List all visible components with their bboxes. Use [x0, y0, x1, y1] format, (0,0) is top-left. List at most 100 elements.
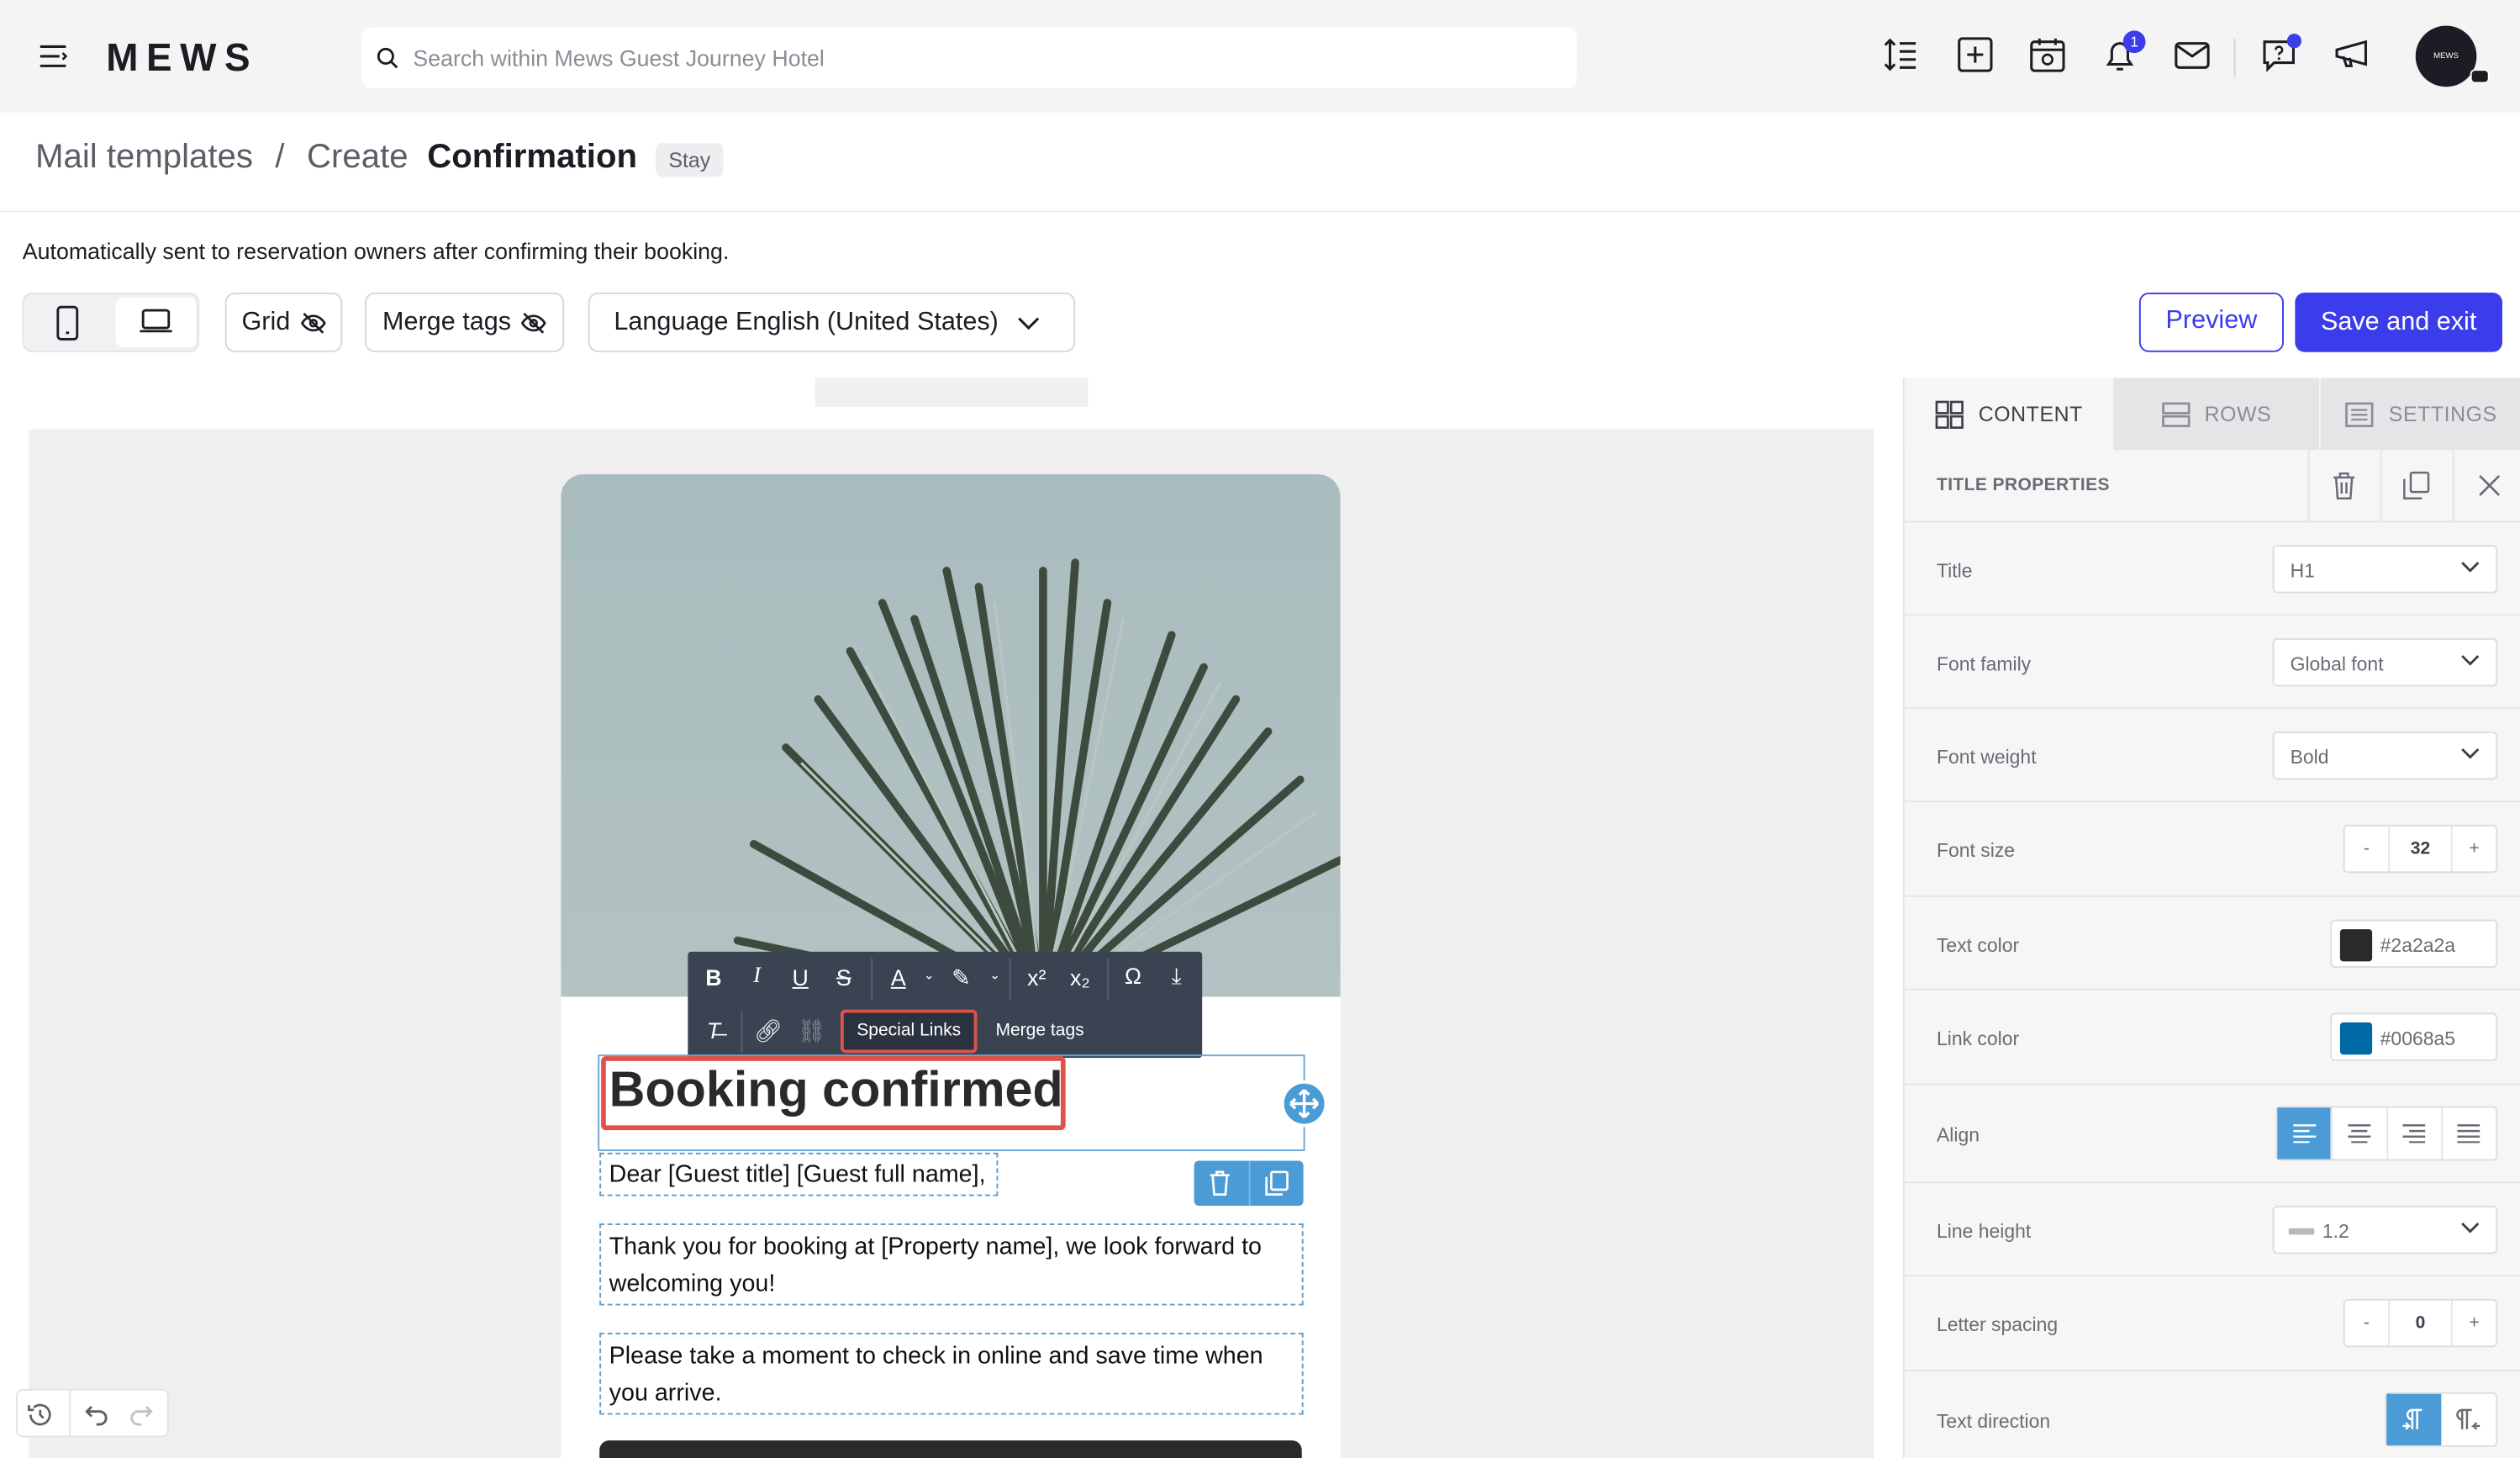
- prop-label: Font weight: [1936, 746, 2037, 769]
- ltr-icon[interactable]: [2386, 1393, 2442, 1445]
- avatar[interactable]: MEWS: [2415, 25, 2477, 87]
- close-icon[interactable]: [2478, 474, 2501, 497]
- chevron-down-icon: [2461, 655, 2480, 666]
- italic-icon[interactable]: I: [741, 964, 772, 990]
- block-actions-divider: [1248, 1160, 1251, 1206]
- prop-row-link-color: Link color #0068a5: [1904, 990, 2520, 1086]
- font-family-select[interactable]: Global font: [2272, 638, 2498, 687]
- superscript-icon[interactable]: x²: [1020, 964, 1052, 990]
- title-properties-header: TITLE PROPERTIES: [1904, 450, 2520, 523]
- clear-formatting-icon[interactable]: T̶: [698, 1017, 730, 1043]
- prop-row-font-weight: Font weight Bold: [1904, 709, 2520, 803]
- mews-logo[interactable]: MEWS: [106, 37, 258, 82]
- add-icon[interactable]: [1956, 35, 1998, 77]
- header-image[interactable]: [561, 474, 1341, 997]
- preview-button[interactable]: Preview: [2138, 292, 2284, 352]
- thanks-paragraph[interactable]: Thank you for booking at [Property name]…: [599, 1223, 1304, 1306]
- align-justify-icon[interactable]: [2443, 1107, 2496, 1159]
- text-color-picker[interactable]: #2a2a2a: [2330, 919, 2498, 969]
- select-value: H1: [2290, 559, 2315, 583]
- unlink-icon[interactable]: ⛓: [795, 1017, 827, 1045]
- language-label: Language English (United States): [614, 308, 999, 335]
- cta-button-block[interactable]: [599, 1440, 1302, 1458]
- mobile-view-icon[interactable]: [55, 305, 81, 341]
- insert-icon[interactable]: ⤓: [1160, 963, 1192, 990]
- bold-icon[interactable]: B: [698, 964, 730, 990]
- grid-toggle-button[interactable]: Grid: [224, 292, 343, 352]
- prop-label: Text color: [1936, 933, 2020, 957]
- special-links-button[interactable]: Special Links: [840, 1009, 978, 1054]
- canvas-top-strip: [815, 378, 1089, 407]
- link-icon[interactable]: 🔗︎: [752, 1017, 784, 1045]
- grid-label: Grid: [241, 308, 291, 335]
- save-and-exit-button[interactable]: Save and exit: [2295, 292, 2502, 352]
- font-size-stepper: - 32 +: [2343, 824, 2498, 874]
- align-right-icon[interactable]: [2387, 1107, 2443, 1160]
- chevron-down-icon: [1018, 316, 1041, 330]
- highlight-icon[interactable]: ✎: [945, 964, 977, 992]
- title-level-select[interactable]: H1: [2272, 545, 2498, 594]
- tab-content[interactable]: CONTENT: [1904, 378, 2114, 451]
- trash-icon[interactable]: [2332, 471, 2356, 499]
- link-color-picker[interactable]: #0068a5: [2330, 1012, 2498, 1061]
- rte-merge-tags-button[interactable]: Merge tags: [983, 1010, 1096, 1054]
- rte-divider: [871, 958, 873, 1001]
- move-icon: [1289, 1089, 1320, 1119]
- tab-rows[interactable]: ROWS: [2113, 378, 2320, 451]
- font-size-value[interactable]: 32: [2390, 827, 2451, 872]
- align-left-icon[interactable]: [2277, 1107, 2333, 1160]
- trash-icon[interactable]: [1209, 1170, 1231, 1197]
- announcements-icon[interactable]: [2332, 35, 2374, 77]
- merge-tags-toggle-button[interactable]: Merge tags: [365, 292, 565, 352]
- decrease-button[interactable]: -: [2345, 826, 2391, 872]
- merge-tags-label: Merge tags: [382, 308, 512, 335]
- prop-label: Line height: [1936, 1220, 2032, 1243]
- greeting-paragraph[interactable]: Dear [Guest title] [Guest full name],: [599, 1152, 999, 1197]
- font-weight-select[interactable]: Bold: [2272, 731, 2498, 780]
- checkin-paragraph[interactable]: Please take a moment to check in online …: [599, 1333, 1304, 1415]
- chevron-down-icon[interactable]: ⌄: [978, 968, 1010, 982]
- underline-icon[interactable]: U: [784, 964, 816, 990]
- increase-button[interactable]: +: [2450, 826, 2496, 872]
- breadcrumb-mail-templates[interactable]: Mail templates: [35, 138, 253, 175]
- template-description: Automatically sent to reservation owners…: [22, 237, 730, 264]
- duplicate-icon[interactable]: [2402, 471, 2430, 499]
- text-color-icon[interactable]: A: [883, 964, 915, 990]
- color-swatch: [2339, 1022, 2373, 1055]
- calendar-view-icon[interactable]: [2028, 35, 2070, 77]
- chevron-down-icon[interactable]: ⌄: [913, 968, 945, 982]
- line-height-icon: [2288, 1228, 2315, 1235]
- rtl-icon[interactable]: [2441, 1394, 2496, 1445]
- prop-row-font-family: Font family Global font: [1904, 615, 2520, 710]
- device-switcher: [22, 292, 200, 352]
- avatar-status-icon: [2470, 69, 2490, 84]
- undo-icon[interactable]: [83, 1402, 109, 1428]
- email-title[interactable]: Booking confirmed: [609, 1061, 1063, 1119]
- move-handle[interactable]: [1280, 1080, 1328, 1128]
- search-input[interactable]: Search within Mews Guest Journey Hotel: [361, 27, 1577, 89]
- menu-icon[interactable]: [39, 44, 68, 70]
- toolbar-divider: [2233, 38, 2236, 77]
- line-height-select[interactable]: 1.2: [2272, 1206, 2498, 1255]
- plant-photo-icon: [733, 558, 1341, 997]
- prop-row-font-size: Font size - 32 +: [1904, 802, 2520, 897]
- rte-divider: [1009, 958, 1011, 1001]
- increase-button[interactable]: +: [2450, 1300, 2496, 1346]
- search-placeholder: Search within Mews Guest Journey Hotel: [413, 45, 825, 71]
- strikethrough-icon[interactable]: S: [828, 964, 860, 990]
- redo-icon[interactable]: [129, 1402, 155, 1428]
- sort-icon[interactable]: [1882, 35, 1924, 77]
- letter-spacing-value[interactable]: 0: [2390, 1301, 2451, 1346]
- tab-settings[interactable]: SETTINGS: [2319, 378, 2520, 451]
- prop-row-line-height: Line height 1.2: [1904, 1183, 2520, 1277]
- duplicate-icon[interactable]: [1265, 1170, 1289, 1197]
- desktop-view-button[interactable]: [115, 297, 197, 347]
- mail-icon[interactable]: [2173, 35, 2215, 77]
- notification-badge: 1: [2122, 30, 2146, 54]
- language-select[interactable]: Language English (United States): [588, 292, 1076, 352]
- decrease-button[interactable]: -: [2345, 1300, 2391, 1346]
- subscript-icon[interactable]: x₂: [1064, 964, 1096, 990]
- history-icon[interactable]: [28, 1402, 54, 1428]
- special-character-icon[interactable]: Ω: [1117, 963, 1149, 989]
- align-center-icon[interactable]: [2333, 1107, 2388, 1160]
